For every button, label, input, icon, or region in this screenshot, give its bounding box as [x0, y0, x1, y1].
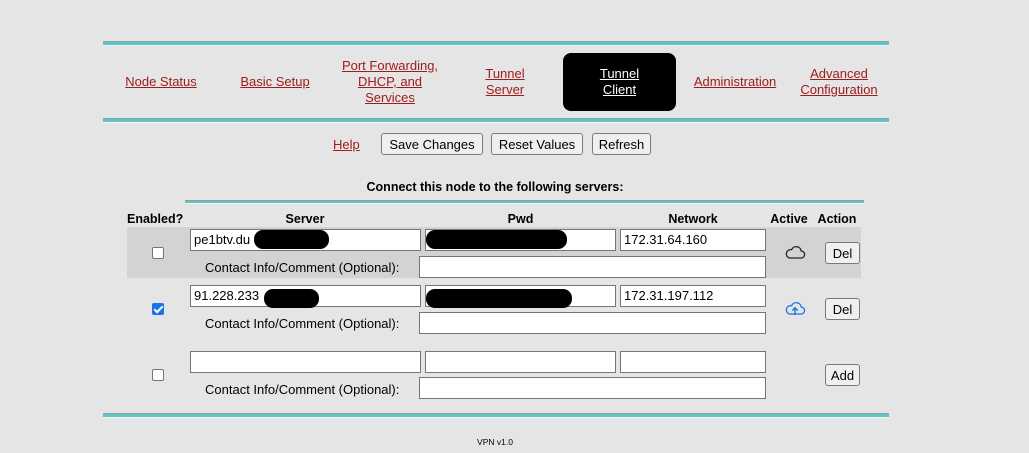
nav-node-status-link[interactable]: Node Status [125, 74, 197, 90]
nav-port-forwarding-link[interactable]: Port Forwarding, DHCP, and Services [342, 58, 438, 106]
redaction-mark [426, 230, 567, 249]
nav-tunnel-server[interactable]: Tunnel Server [475, 46, 535, 118]
nav-divider [103, 118, 889, 123]
nav-administration-link[interactable]: Administration [694, 74, 776, 90]
toolbar: Help Save Changes Reset Values Refresh [0, 133, 1029, 157]
table-row: 91.228.233 172.31.197.112 Contact Info/C… [127, 283, 861, 334]
enabled-checkbox[interactable] [152, 247, 164, 259]
server-input[interactable] [190, 351, 421, 373]
servers-heading: Connect this node to the following serve… [366, 180, 624, 194]
redaction-mark [264, 289, 319, 308]
enabled-checkbox[interactable] [152, 369, 164, 381]
column-pwd: Pwd [507, 212, 534, 226]
column-active: Active [770, 212, 808, 226]
add-button[interactable]: Add [825, 364, 860, 386]
contact-label: Contact Info/Comment (Optional): [205, 260, 400, 275]
column-enabled: Enabled? [127, 212, 184, 226]
help-link[interactable]: Help [333, 137, 360, 152]
contact-label: Contact Info/Comment (Optional): [205, 316, 400, 331]
cloud-outline-icon [785, 246, 806, 259]
network-input[interactable]: 172.31.64.160 [620, 229, 766, 251]
redaction-mark [426, 289, 572, 308]
network-input[interactable] [620, 351, 766, 373]
column-network: Network [668, 212, 718, 226]
contact-input[interactable] [419, 377, 766, 399]
table-divider [185, 200, 864, 204]
nav-basic-setup-link[interactable]: Basic Setup [240, 74, 309, 90]
refresh-button[interactable]: Refresh [592, 133, 651, 155]
column-server: Server [285, 212, 325, 226]
nav-node-status[interactable]: Node Status [117, 46, 205, 118]
table-row: Contact Info/Comment (Optional): Add [127, 349, 861, 400]
cloud-upload-icon [785, 302, 806, 315]
nav-tunnel-client[interactable]: Tunnel Client [563, 53, 676, 111]
save-changes-button[interactable]: Save Changes [381, 133, 483, 155]
contact-label: Contact Info/Comment (Optional): [205, 382, 400, 397]
nav-tunnel-client-link[interactable]: Tunnel Client [600, 66, 639, 98]
network-input[interactable]: 172.31.197.112 [620, 285, 766, 307]
version-footer: VPN v1.0 [477, 437, 513, 447]
nav-tunnel-server-link[interactable]: Tunnel Server [485, 66, 524, 98]
contact-input[interactable] [419, 256, 766, 278]
bottom-divider [103, 413, 889, 418]
nav-advanced-configuration[interactable]: Advanced Configuration [793, 46, 885, 118]
redaction-mark [254, 230, 329, 249]
table-row: pe1btv.du 172.31.64.160 Contact Info/Com… [127, 227, 861, 278]
reset-values-button[interactable]: Reset Values [491, 133, 583, 155]
delete-button[interactable]: Del [825, 242, 860, 264]
nav-advanced-configuration-link[interactable]: Advanced Configuration [800, 66, 877, 98]
main-nav: Node Status Basic Setup Port Forwarding,… [103, 46, 889, 118]
nav-basic-setup[interactable]: Basic Setup [233, 46, 317, 118]
enabled-checkbox[interactable] [152, 303, 164, 315]
column-action: Action [817, 212, 857, 226]
delete-button[interactable]: Del [825, 298, 860, 320]
nav-administration[interactable]: Administration [686, 46, 784, 118]
nav-port-forwarding[interactable]: Port Forwarding, DHCP, and Services [333, 46, 447, 118]
pwd-input[interactable] [425, 351, 616, 373]
contact-input[interactable] [419, 312, 766, 334]
